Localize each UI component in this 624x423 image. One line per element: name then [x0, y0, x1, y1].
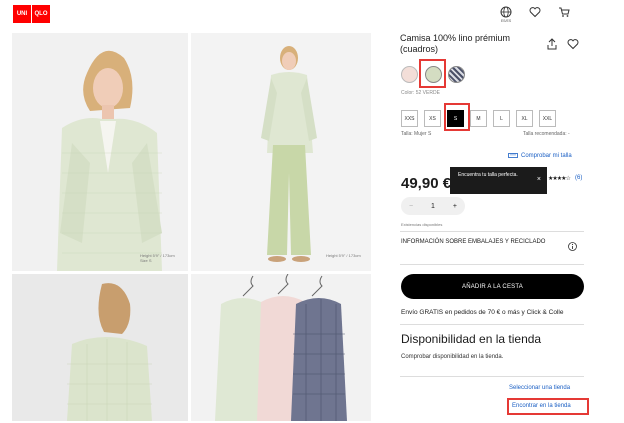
swatch-highlight-box — [419, 59, 446, 88]
divider — [400, 324, 584, 325]
model-closeup-illustration — [12, 33, 188, 271]
size-option-xs[interactable]: XS — [424, 110, 441, 127]
size-label: Talla: Mujer S — [401, 131, 432, 137]
rating-stars: ★★★★☆ — [548, 176, 571, 182]
size-recommended: Talla recomendada: - — [523, 131, 570, 137]
size-option-m[interactable]: M — [470, 110, 487, 127]
model-back-illustration — [12, 274, 188, 421]
logo-cell-1: UNI — [13, 5, 31, 23]
info-icon[interactable] — [568, 242, 577, 251]
add-to-cart-button[interactable]: AÑADIR A LA CESTA — [401, 274, 584, 299]
divider — [400, 376, 584, 377]
product-image-4[interactable] — [191, 274, 371, 421]
product-gallery: Height 5'9" / 173cm Size S Height 5'9" /… — [12, 33, 371, 421]
size-option-xxs[interactable]: XXS — [401, 110, 418, 127]
tooltip-text: Encuentra tu talla perfecta. — [458, 172, 518, 178]
language-label: ES/ES — [500, 19, 512, 23]
ruler-icon — [508, 153, 518, 158]
stock-status: Existencias disponibles — [401, 222, 443, 227]
product-image-2[interactable]: Height 5'9" / 173cm — [191, 33, 371, 271]
size-tooltip: Encuentra tu talla perfecta. × — [450, 167, 547, 194]
color-swatch-pink[interactable] — [401, 66, 418, 83]
quantity-value[interactable]: 1 — [431, 203, 435, 210]
availability-description: Comprobar disponibilidad en la tienda. — [401, 354, 504, 360]
logo-cell-2: QLO — [32, 5, 50, 23]
close-icon[interactable]: × — [537, 176, 541, 183]
model-fullbody-illustration — [191, 33, 371, 271]
heart-icon — [529, 7, 541, 18]
size-option-xxl[interactable]: XXL — [539, 110, 556, 127]
cart-header-button[interactable] — [556, 6, 572, 26]
divider — [400, 231, 584, 232]
select-store-link[interactable]: Seleccionar una tienda — [509, 385, 570, 391]
quantity-stepper: − 1 + — [401, 197, 465, 215]
uniqlo-logo[interactable]: UNI QLO — [13, 5, 50, 23]
color-label: Color: 52 VERDE — [401, 90, 440, 96]
size-option-xl[interactable]: XL — [516, 110, 533, 127]
availability-title: Disponibilidad en la tienda — [401, 332, 542, 346]
increase-quantity-button[interactable]: + — [453, 203, 457, 210]
model-caption-2: Height 5'9" / 173cm — [326, 253, 361, 258]
language-selector[interactable]: ES/ES — [498, 6, 514, 26]
wishlist-header-button[interactable] — [527, 6, 543, 26]
find-store-highlight-box — [507, 398, 589, 415]
packaging-info-link[interactable]: INFORMACIÓN SOBRE EMBALAJES Y RECICLADO — [401, 238, 551, 247]
cart-icon — [559, 7, 570, 17]
product-image-3[interactable] — [12, 274, 188, 421]
product-image-1[interactable]: Height 5'9" / 173cm Size S — [12, 33, 188, 271]
decrease-quantity-button[interactable]: − — [409, 203, 413, 210]
product-price: 49,90 € — [401, 175, 452, 192]
globe-icon — [500, 6, 512, 18]
size-selector: XXS XS S M L XL XXL — [401, 110, 556, 127]
shirts-on-hangers-illustration — [191, 274, 371, 421]
compare-size-link[interactable]: Comprobar mi talla — [508, 152, 572, 159]
divider — [400, 264, 584, 265]
share-icon[interactable] — [546, 38, 558, 50]
product-title: Camisa 100% lino prémium (cuadros) — [400, 33, 511, 54]
color-swatch-navy-check[interactable] — [448, 66, 465, 83]
shipping-info: Envío GRATIS en pedidos de 70 € o más y … — [401, 309, 564, 316]
review-count-link[interactable]: (6) — [575, 175, 582, 181]
model-caption-1: Height 5'9" / 173cm Size S — [140, 253, 175, 263]
size-highlight-box — [444, 103, 470, 131]
heart-icon[interactable] — [567, 38, 579, 50]
compare-size-label: Comprobar mi talla — [521, 152, 572, 159]
size-option-l[interactable]: L — [493, 110, 510, 127]
header-icons: ES/ES — [498, 6, 572, 26]
